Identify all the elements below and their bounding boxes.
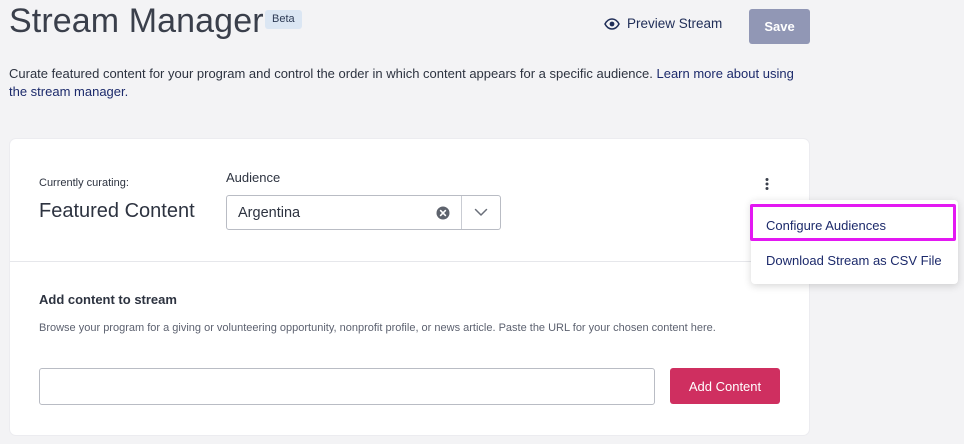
- preview-stream-link[interactable]: Preview Stream: [604, 14, 722, 34]
- curating-label: Currently curating:: [39, 177, 129, 189]
- add-content-title: Add content to stream: [39, 292, 177, 307]
- stream-card: Currently curating: Featured Content Aud…: [10, 139, 809, 435]
- beta-badge: Beta: [265, 10, 302, 29]
- menu-item-configure-audiences[interactable]: Configure Audiences: [766, 218, 886, 233]
- options-dropdown-menu: Configure Audiences Download Stream as C…: [751, 200, 958, 284]
- audience-select[interactable]: Argentina: [226, 195, 501, 230]
- page-title: Stream Manager: [9, 2, 264, 40]
- curating-value: Featured Content: [39, 200, 195, 222]
- audience-label: Audience: [226, 170, 281, 185]
- eye-icon: [604, 18, 620, 30]
- audience-value: Argentina: [238, 204, 301, 221]
- content-url-input[interactable]: [39, 368, 655, 405]
- chevron-down-icon[interactable]: [462, 196, 500, 229]
- save-button[interactable]: Save: [749, 9, 810, 44]
- kebab-menu-icon[interactable]: [759, 176, 775, 192]
- add-content-help: Browse your program for a giving or volu…: [39, 322, 716, 334]
- card-divider: [10, 261, 809, 262]
- clear-circle-icon[interactable]: [425, 196, 461, 229]
- menu-item-download-csv[interactable]: Download Stream as CSV File: [766, 253, 942, 268]
- description-text: Curate featured content for your program…: [9, 66, 657, 81]
- preview-stream-label: Preview Stream: [627, 16, 723, 31]
- page-description: Curate featured content for your program…: [9, 65, 809, 101]
- add-content-button[interactable]: Add Content: [670, 368, 780, 404]
